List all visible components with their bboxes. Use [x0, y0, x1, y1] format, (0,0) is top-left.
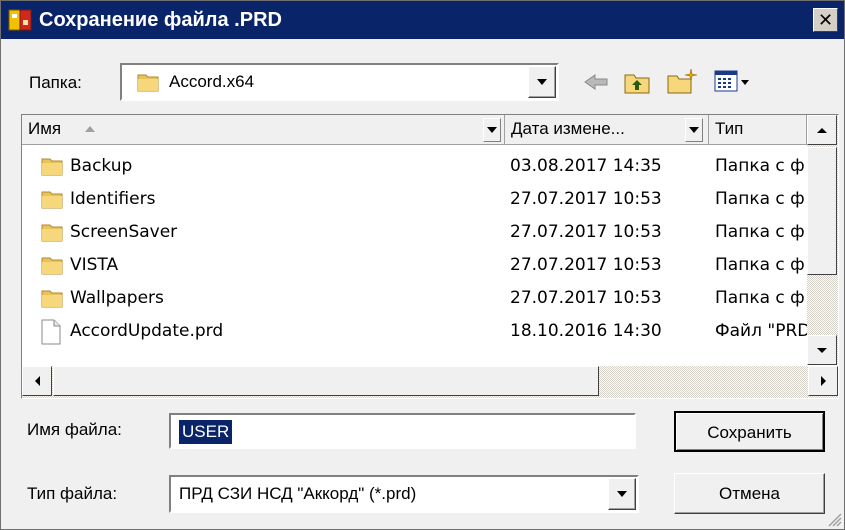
horizontal-scroll-thumb[interactable]	[53, 366, 599, 396]
resize-grip-icon[interactable]	[826, 511, 842, 527]
column-header-date[interactable]: Дата измене...	[505, 115, 709, 145]
horizontal-scrollbar[interactable]	[22, 366, 838, 398]
column-filter-button[interactable]	[483, 118, 501, 142]
filename-label: Имя файла:	[27, 420, 122, 439]
folder-combo[interactable]: Accord.x64	[120, 63, 559, 101]
folder-icon	[137, 74, 159, 92]
dropdown-arrow-icon	[487, 127, 497, 133]
file-name: Wallpapers	[70, 288, 164, 308]
file-type: Папка с ф	[715, 288, 805, 308]
file-name: AccordUpdate.prd	[70, 321, 224, 341]
scroll-left-button[interactable]	[22, 366, 52, 396]
filename-value: USER	[179, 420, 233, 444]
file-date: 03.08.2017 14:35	[510, 156, 662, 176]
scroll-right-button[interactable]	[808, 366, 838, 396]
file-name: Identifiers	[70, 189, 156, 209]
close-icon: ✕	[817, 10, 834, 30]
list-item[interactable]: VISTA 27.07.2017 10:53 Папка с ф	[22, 249, 807, 281]
file-type: Папка с ф	[715, 255, 805, 275]
folder-label: Папка:	[29, 73, 82, 92]
column-header-label: Имя	[28, 119, 62, 138]
list-item[interactable]: ScreenSaver 27.07.2017 10:53 Папка с ф	[22, 216, 807, 248]
vertical-scroll-thumb[interactable]	[807, 147, 837, 275]
folder-icon	[41, 257, 63, 275]
folder-icon	[41, 224, 63, 242]
app-icon	[8, 9, 32, 31]
file-type: Папка с ф	[715, 156, 805, 176]
cancel-button[interactable]: Отмена	[674, 473, 825, 514]
list-item[interactable]: Backup 03.08.2017 14:35 Папка с ф	[22, 150, 807, 182]
window-title: Сохранение файла .PRD	[39, 9, 282, 31]
file-date: 27.07.2017 10:53	[510, 255, 662, 275]
save-file-dialog: Сохранение файла .PRD ✕ Папка: Accord.x6…	[0, 0, 845, 530]
column-filter-button[interactable]	[685, 118, 703, 142]
back-arrow-icon[interactable]	[581, 71, 611, 93]
save-button[interactable]: Сохранить	[674, 411, 825, 452]
file-type: Папка с ф	[715, 189, 805, 209]
dropdown-arrow-icon	[689, 127, 699, 133]
up-folder-icon[interactable]	[623, 71, 651, 95]
filetype-combo[interactable]: ПРД СЗИ НСД "Аккорд" (*.prd)	[169, 475, 639, 513]
column-header-type[interactable]: Тип	[709, 115, 807, 145]
file-name: ScreenSaver	[70, 222, 178, 242]
folder-dropdown-button[interactable]	[528, 66, 556, 98]
file-date: 27.07.2017 10:53	[510, 189, 662, 209]
close-button[interactable]: ✕	[813, 8, 838, 32]
file-date: 27.07.2017 10:53	[510, 288, 662, 308]
file-date: 18.10.2016 14:30	[510, 321, 662, 341]
column-header-name[interactable]: Имя	[22, 115, 505, 145]
folder-icon	[41, 290, 63, 308]
file-type: Папка с ф	[715, 222, 805, 242]
sort-ascending-icon	[85, 126, 95, 132]
title-bar[interactable]: Сохранение файла .PRD ✕	[1, 1, 844, 39]
file-icon	[41, 319, 61, 345]
new-folder-icon[interactable]	[666, 67, 698, 95]
filetype-label: Тип файла:	[27, 484, 118, 503]
filetype-dropdown-button[interactable]	[608, 478, 636, 510]
file-list[interactable]: Имя Дата измене... Тип Backup 03.08.2017…	[21, 114, 839, 399]
filetype-value: ПРД СЗИ НСД "Аккорд" (*.prd)	[179, 484, 417, 503]
arrow-right-icon	[820, 376, 826, 386]
list-item[interactable]: Identifiers 27.07.2017 10:53 Папка с ф	[22, 183, 807, 215]
list-item[interactable]: AccordUpdate.prd 18.10.2016 14:30 Файл "…	[22, 315, 807, 347]
vertical-scrollbar[interactable]	[807, 115, 838, 365]
file-date: 27.07.2017 10:53	[510, 222, 662, 242]
arrow-up-icon	[817, 127, 827, 133]
file-name: VISTA	[70, 255, 119, 275]
folder-icon	[41, 191, 63, 209]
file-name: Backup	[70, 156, 133, 176]
scroll-up-button[interactable]	[807, 115, 837, 145]
arrow-down-icon	[817, 347, 827, 353]
filename-input[interactable]: USER	[169, 413, 636, 449]
folder-icon	[41, 158, 63, 176]
list-item[interactable]: Wallpapers 27.07.2017 10:53 Папка с ф	[22, 282, 807, 314]
folder-value: Accord.x64	[169, 72, 255, 91]
column-header-label: Дата измене...	[511, 119, 625, 138]
dropdown-arrow-icon	[537, 79, 547, 85]
view-menu-icon[interactable]	[713, 69, 751, 95]
scroll-down-button[interactable]	[807, 335, 837, 365]
arrow-left-icon	[34, 376, 40, 386]
column-header-label: Тип	[715, 119, 744, 138]
dropdown-arrow-icon	[617, 491, 627, 497]
file-type: Файл "PRD"	[715, 321, 807, 341]
